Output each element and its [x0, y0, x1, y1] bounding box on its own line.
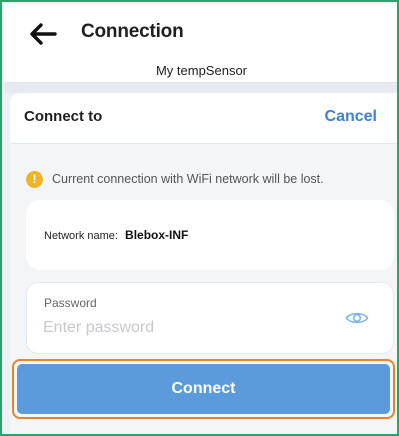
page-title: Connection	[81, 21, 184, 42]
eye-icon[interactable]	[345, 310, 369, 326]
app-frame: Connection My tempSensor Connect to Canc…	[0, 0, 399, 436]
back-arrow-icon[interactable]	[29, 23, 57, 45]
sheet-header: Connect to Cancel	[10, 93, 397, 144]
password-field: Password	[26, 282, 394, 354]
connect-button[interactable]: Connect	[17, 364, 390, 414]
sheet-title: Connect to	[24, 108, 103, 125]
warning-message: ! Current connection with WiFi network w…	[26, 169, 324, 189]
connect-button-highlight: Connect	[12, 359, 395, 419]
network-name-row: Network name: Blebox-INF	[44, 228, 188, 242]
device-name: My tempSensor	[4, 60, 397, 83]
warning-text: Current connection with WiFi network wil…	[52, 172, 324, 186]
background-strip	[4, 83, 397, 93]
connect-sheet: Connect to Cancel ! Current connection w…	[10, 93, 397, 434]
cancel-button[interactable]: Cancel	[325, 108, 377, 126]
network-name-value: Blebox-INF	[125, 228, 189, 242]
password-input[interactable]	[43, 316, 313, 340]
network-card: Network name: Blebox-INF	[26, 200, 394, 270]
app-header: Connection	[4, 4, 397, 60]
network-name-label: Network name:	[44, 230, 118, 242]
warning-icon: !	[26, 170, 43, 188]
password-label: Password	[44, 296, 97, 310]
